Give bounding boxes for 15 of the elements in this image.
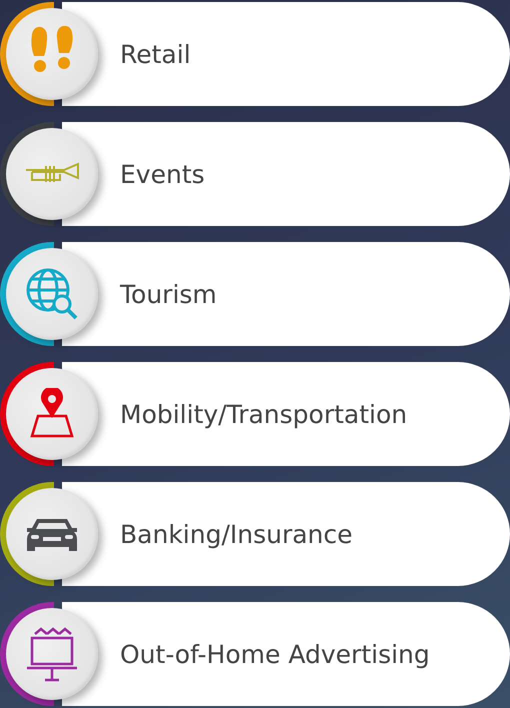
category-card[interactable]: Out-of-Home Advertising xyxy=(62,602,510,706)
category-label: Events xyxy=(120,160,205,188)
map-pin-icon xyxy=(28,388,76,440)
billboard-icon xyxy=(25,626,79,682)
category-card[interactable]: Tourism xyxy=(62,242,510,346)
category-label: Tourism xyxy=(120,280,217,308)
globe-search-icon xyxy=(24,266,80,322)
category-card[interactable]: Events xyxy=(62,122,510,226)
category-label: Mobility/Transportation xyxy=(120,400,408,428)
category-card[interactable]: Retail xyxy=(62,2,510,106)
category-card[interactable]: Mobility/Transportation xyxy=(62,362,510,466)
category-card[interactable]: Banking/Insurance xyxy=(62,482,510,586)
category-label: Out-of-Home Advertising xyxy=(120,640,430,668)
category-label: Banking/Insurance xyxy=(120,520,353,548)
category-label: Retail xyxy=(120,40,191,68)
